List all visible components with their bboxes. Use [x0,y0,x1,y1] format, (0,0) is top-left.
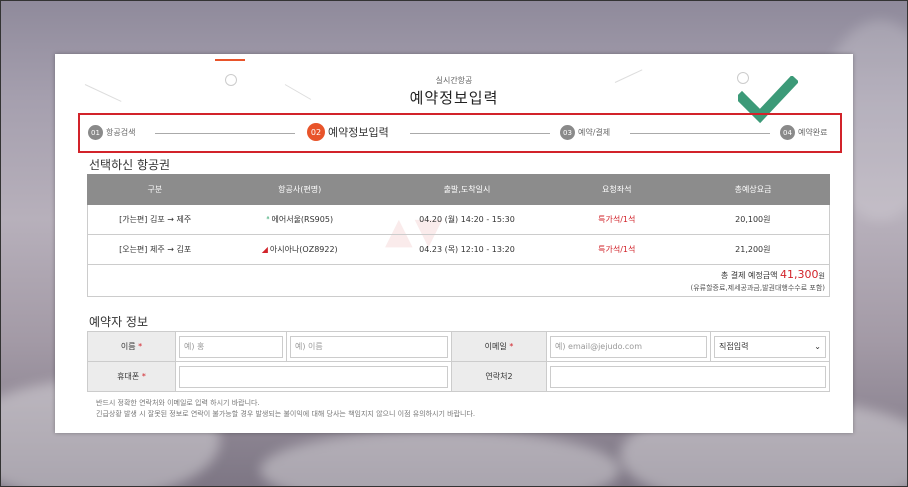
step-label: 항공검색 [106,128,136,137]
form-row: 휴대폰 * 연락처2 [87,361,830,392]
page-subtitle: 실시간항공 [435,76,473,85]
email-label: 이메일 [484,342,507,351]
step-number: 03 [560,125,575,140]
step-number: 02 [307,123,325,141]
table-row: [가는편] 김포 → 제주 ᐢ 에어서울(RS905) 04.20 (월) 14:… [87,204,830,235]
trip-type: [가는편] 김포 → 제주 [87,204,223,235]
booking-panel: 실시간항공 예약정보입력 01 항공검색 02 예약정보입력 03 예약/결제 … [55,54,853,433]
flight-datetime: 04.20 (월) 14:20 - 15:30 [377,204,557,235]
first-name-input[interactable]: 예) 이름 [290,335,448,358]
seat-class: 특가석/1석 [556,234,677,265]
seat-class: 특가석/1석 [556,204,677,235]
asiana-logo-icon: ◢ [261,245,268,254]
step-3: 03 예약/결제 [560,125,610,140]
name-label: 이름 [120,342,136,351]
form-row: 이름 * 예) 홍 예) 이름 이메일 * 예) email@jejudo.co… [87,331,830,362]
cloud-decoration [260,430,620,487]
step-connector [155,133,295,134]
required-mark: * [138,342,143,351]
step-number: 04 [780,125,795,140]
step-4: 04 예약완료 [780,125,827,140]
table-row: [오는편] 제주 → 김포 ◢ 아시아나(OZ8922) 04.23 (목) 12… [87,234,830,265]
booker-form: 이름 * 예) 홍 예) 이름 이메일 * 예) email@jejudo.co… [87,331,830,392]
last-name-cell: 예) 홍 [175,331,287,362]
airline-cell: ᐢ 에어서울(RS905) [222,204,378,235]
required-mark: * [509,342,514,351]
total-row: 총 결제 예정금액 41,300원 (유류할증료,제세공과금,발권대행수수료 포… [87,264,830,297]
step-connector [630,133,770,134]
contact2-label-cell: 연락처2 [451,361,547,392]
name-label-cell: 이름 * [87,331,176,362]
total-line: 총 결제 예정금액 41,300원 [88,268,825,281]
flight-table: 구분 항공사(편명) 출발,도착일시 요청좌석 총예상요금 [가는편] 김포 →… [87,174,830,297]
total-amount: 41,300 [780,268,819,281]
top-accent-bar [215,59,245,61]
required-mark: * [141,372,146,381]
step-connector [410,133,550,134]
airseoul-logo-icon: ᐢ [266,215,270,224]
fare: 21,200원 [676,234,830,265]
column-header: 요청좌석 [556,174,678,205]
contact2-label: 연락처2 [485,372,513,381]
column-header: 구분 [87,174,223,205]
total-note: (유류할증료,제세공과금,발권대행수수료 포함) [690,284,826,292]
column-header: 총예상요금 [676,174,830,205]
email-domain-cell: 직접입력 ⌄ [710,331,830,362]
total-label: 총 결제 예정금액 [720,271,778,280]
contact2-input[interactable] [550,365,826,388]
notice-line: 반드시 정확한 연락처와 이메일로 입력 하시기 바랍니다. [96,399,260,407]
airline-name: 에어서울(RS905) [271,215,334,224]
notice-text: 반드시 정확한 연락처와 이메일로 입력 하시기 바랍니다. 긴급상황 발생 시… [96,398,475,420]
first-name-cell: 예) 이름 [286,331,452,362]
phone-input[interactable] [179,365,448,388]
chevron-down-icon: ⌄ [814,342,821,351]
airline-cell: ◢ 아시아나(OZ8922) [222,234,378,265]
email-cell: 예) email@jejudo.com [546,331,711,362]
step-label: 예약/결제 [578,128,611,137]
column-header: 항공사(편명) [221,174,378,205]
progress-steps: 01 항공검색 02 예약정보입력 03 예약/결제 04 예약완료 [78,113,842,153]
step-label: 예약완료 [798,128,828,137]
step-number: 01 [88,125,103,140]
phone-label-cell: 휴대폰 * [87,361,176,392]
total-unit: 원 [818,272,825,280]
phone-label: 휴대폰 [117,372,140,381]
flight-datetime: 04.23 (목) 12:10 - 13:20 [377,234,557,265]
total-cell: 총 결제 예정금액 41,300원 (유류할증료,제세공과금,발권대행수수료 포… [87,264,830,297]
notice-line: 긴급상황 발생 시 잘못된 정보로 연락이 불가능할 경우 발생되는 불이익에 … [96,410,476,418]
contact2-cell [546,361,830,392]
table-header-row: 구분 항공사(편명) 출발,도착일시 요청좌석 총예상요금 [87,174,830,205]
airline-name: 아시아나(OZ8922) [269,245,338,254]
flight-section-title: 선택하신 항공권 [89,158,171,172]
page-title: 예약정보입력 [409,89,499,107]
email-label-cell: 이메일 * [451,331,547,362]
fare: 20,100원 [676,204,830,235]
column-header: 출발,도착일시 [376,174,558,205]
email-input[interactable]: 예) email@jejudo.com [550,335,707,358]
email-domain-select[interactable]: 직접입력 ⌄ [714,335,826,358]
step-2-active: 02 예약정보입력 [307,123,389,141]
step-1: 01 항공검색 [88,125,135,140]
booker-section-title: 예약자 정보 [89,315,149,329]
trip-type: [오는편] 제주 → 김포 [87,234,223,265]
phone-cell [175,361,452,392]
last-name-input[interactable]: 예) 홍 [179,335,283,358]
step-label: 예약정보입력 [328,126,389,139]
email-domain-value: 직접입력 [719,342,749,351]
